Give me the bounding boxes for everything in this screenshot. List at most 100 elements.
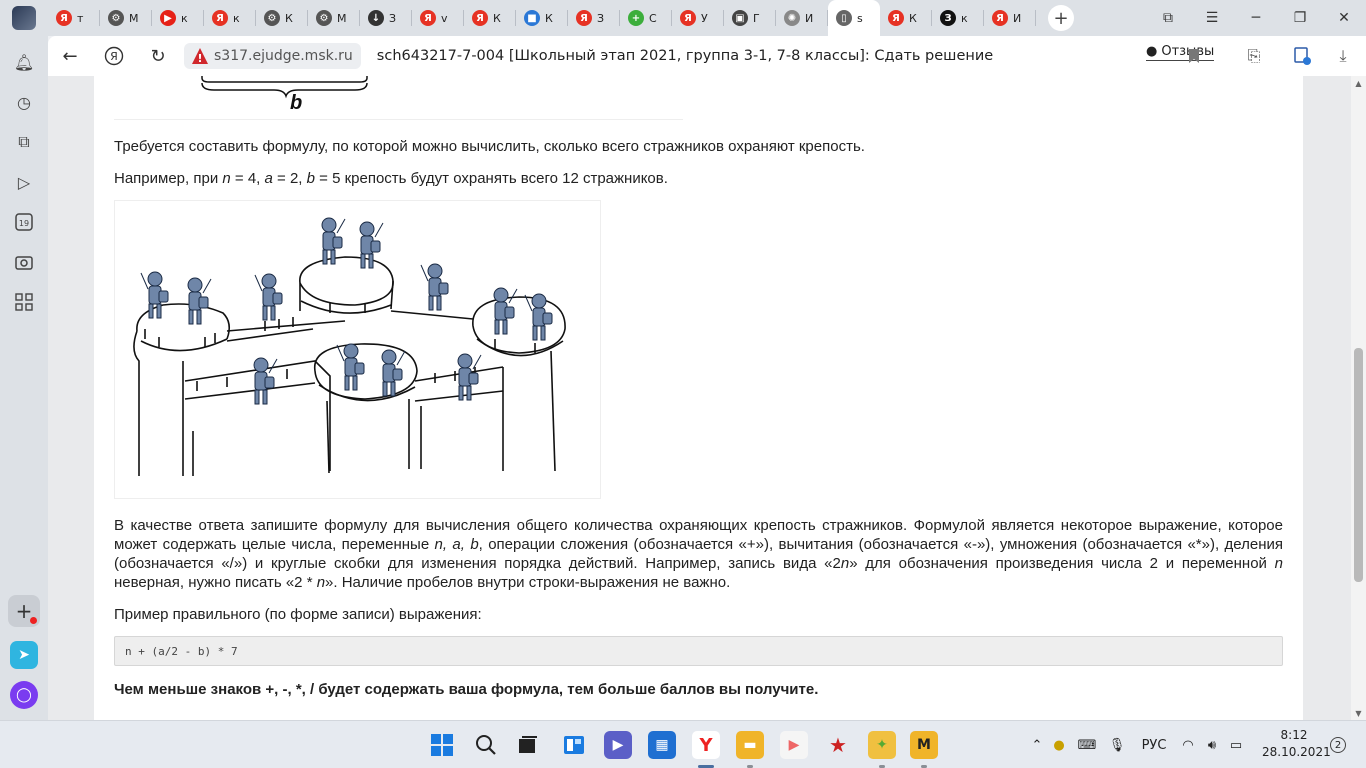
url-field[interactable]: ! s317.ejudge.msk.ru bbox=[184, 43, 361, 69]
svg-text:Я: Я bbox=[110, 50, 118, 63]
clock[interactable]: 8:12 28.10.2021 bbox=[1262, 727, 1331, 761]
tab-favicon-icon: ▶ bbox=[160, 10, 176, 26]
reader-mode-icon[interactable]: ⎘ bbox=[1234, 36, 1274, 76]
yandex-disk-icon[interactable]: ● bbox=[1046, 738, 1072, 753]
bookmark-icon[interactable] bbox=[1174, 36, 1214, 76]
language-indicator[interactable]: РУС bbox=[1132, 738, 1176, 753]
apps-grid-icon[interactable] bbox=[12, 290, 36, 314]
paragraph-scoring-note: Чем меньше знаков +, -, *, / будет содер… bbox=[114, 681, 819, 698]
wifi-icon[interactable]: ◠ bbox=[1176, 738, 1200, 753]
tab-label: М bbox=[129, 11, 139, 25]
browser-tab[interactable]: + С bbox=[620, 0, 672, 36]
tab-separator bbox=[1035, 10, 1036, 26]
browser-tab[interactable]: Як bbox=[204, 0, 256, 36]
tab-label: v bbox=[441, 11, 448, 25]
tab-favicon-icon: ▣ bbox=[732, 10, 748, 26]
browser-tab[interactable]: ■ К bbox=[516, 0, 568, 36]
scroll-down-arrow[interactable]: ▼ bbox=[1351, 706, 1366, 720]
close-button[interactable]: ✕ bbox=[1322, 0, 1366, 36]
menu-icon[interactable]: ☰ bbox=[1190, 0, 1234, 36]
browser-tab[interactable]: Яv bbox=[412, 0, 464, 36]
teams-chat-icon[interactable]: ▶ bbox=[604, 731, 632, 759]
clock-time: 8:12 bbox=[1280, 728, 1308, 742]
page-scrollbar[interactable]: ▲ ▼ bbox=[1351, 76, 1366, 720]
history-icon[interactable]: ◷ bbox=[12, 90, 36, 114]
browser-tab[interactable]: ЯК bbox=[880, 0, 932, 36]
tab-favicon-icon: Я bbox=[576, 10, 592, 26]
volume-icon[interactable]: 🔊︎ bbox=[1200, 738, 1224, 753]
extension-icon[interactable] bbox=[1282, 36, 1322, 76]
browser-tab[interactable]: ↓ З bbox=[360, 0, 412, 36]
browser-tab[interactable]: ЯИ bbox=[984, 0, 1036, 36]
collections-icon[interactable]: ⧉ bbox=[1146, 0, 1190, 36]
scroll-up-arrow[interactable]: ▲ bbox=[1351, 76, 1366, 90]
media-player-icon[interactable]: ▶ bbox=[780, 731, 808, 759]
microphone-icon[interactable]: 🎙︎ bbox=[1102, 738, 1132, 753]
tab-favicon-icon: ✺ bbox=[784, 10, 800, 26]
browser-tab[interactable]: ⚙ К bbox=[256, 0, 308, 36]
alice-assistant-icon[interactable]: ◯ bbox=[10, 681, 38, 709]
example-text: = 5 крепость будут охранять всего 12 стр… bbox=[314, 170, 668, 187]
search-icon[interactable] bbox=[472, 731, 500, 759]
tab-label: s bbox=[857, 11, 863, 25]
add-panel-button[interactable]: + bbox=[8, 595, 40, 627]
yandex-home-button[interactable]: Я bbox=[92, 36, 136, 76]
task-view-icon[interactable] bbox=[514, 731, 542, 759]
paragraph-example-intro: Пример правильного (по форме записи) выр… bbox=[114, 606, 482, 623]
reload-button[interactable]: ↻ bbox=[136, 36, 180, 76]
code-example[interactable]: n + (a/2 - b) * 7 bbox=[114, 636, 1283, 666]
castle-guards-illustration bbox=[114, 200, 601, 499]
star-app-icon[interactable]: ★ bbox=[824, 731, 852, 759]
chevron-up-icon[interactable]: ⌃ bbox=[1028, 738, 1046, 753]
profile-avatar[interactable] bbox=[0, 0, 48, 36]
game-app-icon[interactable]: ✦ bbox=[868, 731, 896, 759]
tab-favicon-icon: ↓ bbox=[368, 10, 384, 26]
back-button[interactable]: ← bbox=[48, 36, 92, 76]
tab-label: И bbox=[1013, 11, 1022, 25]
file-explorer-icon[interactable]: ▬ bbox=[736, 731, 764, 759]
collections-icon[interactable]: ⧉ bbox=[12, 130, 36, 154]
widgets-icon[interactable] bbox=[560, 731, 588, 759]
warning-icon[interactable]: ! bbox=[192, 48, 208, 64]
start-button[interactable] bbox=[428, 731, 456, 759]
battery-icon[interactable]: ▭ bbox=[1224, 738, 1248, 753]
new-tab-button[interactable]: + bbox=[1048, 5, 1074, 31]
var-n: n bbox=[1274, 555, 1283, 572]
notification-count-badge[interactable]: 2 bbox=[1330, 737, 1346, 753]
calendar-icon[interactable]: 19 bbox=[12, 210, 36, 234]
bell-icon[interactable]: 🔔︎ bbox=[12, 50, 36, 74]
system-tray: ⌃ ● ⌨ 🎙︎ РУС ◠ 🔊︎ ▭ bbox=[1028, 721, 1248, 768]
messenger-app-icon[interactable]: ➤ bbox=[10, 641, 38, 669]
browser-tab[interactable]: ▶ к bbox=[152, 0, 204, 36]
paragraph-requirement: Требуется составить формулу, по которой … bbox=[114, 138, 865, 155]
browser-tab[interactable]: ⚙ М bbox=[308, 0, 360, 36]
browser-tab[interactable]: Ят bbox=[48, 0, 100, 36]
minimize-button[interactable]: ─ bbox=[1234, 0, 1278, 36]
browser-tab[interactable]: Зк bbox=[932, 0, 984, 36]
browser-tab[interactable]: ЯК bbox=[464, 0, 516, 36]
browser-tab[interactable]: ✺ И bbox=[776, 0, 828, 36]
keyboard-icon[interactable]: ⌨ bbox=[1072, 738, 1102, 753]
browser-tab[interactable]: ▣ Г bbox=[724, 0, 776, 36]
tab-label: М bbox=[337, 11, 347, 25]
tab-favicon-icon: Я bbox=[420, 10, 436, 26]
tab-favicon-icon: Я bbox=[680, 10, 696, 26]
var-b: b bbox=[306, 170, 315, 187]
tab-list: Ят ⚙ М ▶ к Як ⚙ К ⚙ М ↓ З Яv Я К ■ К Я З + С Я У ▣ Г ✺ И ▯ s Я К Зк Я И bbox=[48, 0, 1036, 36]
store-icon[interactable]: ▦ bbox=[648, 731, 676, 759]
yandex-browser-icon[interactable]: Y bbox=[692, 731, 720, 759]
example-text: = 2, bbox=[272, 170, 307, 187]
paragraph-example: Например, при n = 4, a = 2, b = 5 крепос… bbox=[114, 169, 1283, 188]
camera-icon[interactable] bbox=[12, 250, 36, 274]
game-app-2-icon[interactable]: M bbox=[910, 731, 938, 759]
tab-label: Г bbox=[753, 11, 760, 25]
browser-tab[interactable]: ▯ s bbox=[828, 0, 880, 36]
restore-button[interactable]: ❐ bbox=[1278, 0, 1322, 36]
problem-statement: b Требуется составить формулу, по которо… bbox=[94, 76, 1303, 720]
browser-tab[interactable]: ЯЗ bbox=[568, 0, 620, 36]
browser-tab[interactable]: ⚙ М bbox=[100, 0, 152, 36]
scroll-thumb[interactable] bbox=[1354, 348, 1363, 582]
download-icon[interactable]: ⤓ bbox=[1323, 36, 1363, 76]
play-icon[interactable]: ▷ bbox=[12, 170, 36, 194]
browser-tab[interactable]: ЯУ bbox=[672, 0, 724, 36]
